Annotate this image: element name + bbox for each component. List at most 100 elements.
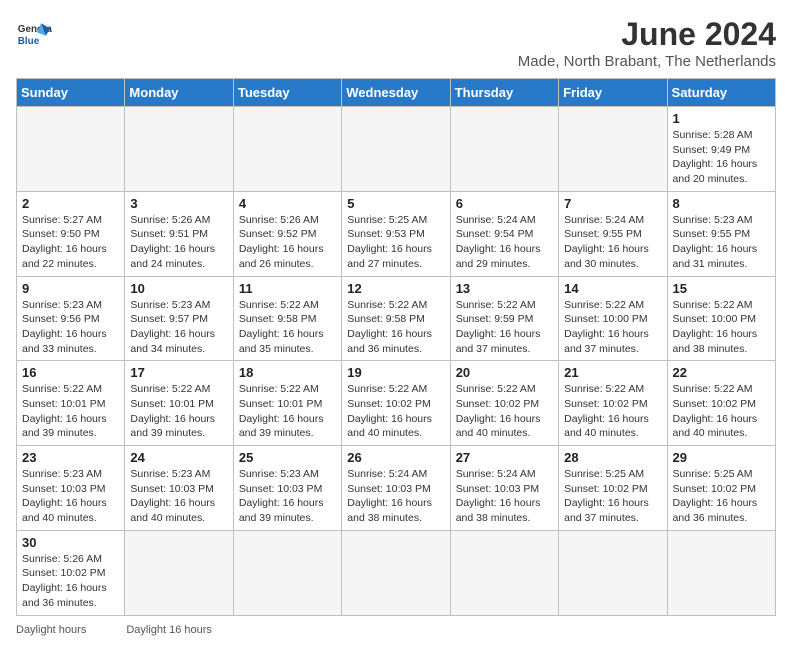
footer-left: Daylight hours <box>16 624 86 636</box>
calendar-cell: 6 Sunrise: 5:24 AM Sunset: 9:54 PM Daylig… <box>450 191 558 276</box>
calendar-cell <box>450 107 558 192</box>
day-number: 20 <box>456 365 553 380</box>
logo: General Blue <box>16 16 52 52</box>
day-info: Sunrise: 5:24 AM Sunset: 9:54 PM Dayligh… <box>456 213 553 272</box>
calendar-cell: 27 Sunrise: 5:24 AM Sunset: 10:03 PM Dayl… <box>450 446 558 531</box>
day-number: 29 <box>673 450 770 465</box>
calendar-cell: 20 Sunrise: 5:22 AM Sunset: 10:02 PM Dayl… <box>450 361 558 446</box>
footer-note: Daylight hours Daylight 16 hours <box>16 624 776 636</box>
day-info: Sunrise: 5:24 AM Sunset: 10:03 PM Daylig… <box>456 467 553 526</box>
day-info: Sunrise: 5:23 AM Sunset: 10:03 PM Daylig… <box>22 467 119 526</box>
day-of-week-header: Tuesday <box>233 79 341 107</box>
day-number: 7 <box>564 196 661 211</box>
day-of-week-header: Friday <box>559 79 667 107</box>
day-of-week-header: Thursday <box>450 79 558 107</box>
day-info: Sunrise: 5:24 AM Sunset: 9:55 PM Dayligh… <box>564 213 661 272</box>
day-info: Sunrise: 5:22 AM Sunset: 10:00 PM Daylig… <box>673 298 770 357</box>
calendar-cell <box>233 107 341 192</box>
day-info: Sunrise: 5:22 AM Sunset: 10:02 PM Daylig… <box>347 382 444 441</box>
calendar-cell <box>233 530 341 615</box>
calendar-cell: 28 Sunrise: 5:25 AM Sunset: 10:02 PM Dayl… <box>559 446 667 531</box>
day-info: Sunrise: 5:22 AM Sunset: 9:59 PM Dayligh… <box>456 298 553 357</box>
day-number: 14 <box>564 281 661 296</box>
calendar-cell: 2Sunrise: 5:27 AM Sunset: 9:50 PM Daylig… <box>17 191 125 276</box>
calendar-cell: 24Sunrise: 5:23 AM Sunset: 10:03 PM Dayl… <box>125 446 233 531</box>
calendar-cell: 1 Sunrise: 5:28 AM Sunset: 9:49 PM Daylig… <box>667 107 775 192</box>
day-number: 30 <box>22 535 119 550</box>
day-number: 4 <box>239 196 336 211</box>
month-title: June 2024 <box>518 16 776 53</box>
day-info: Sunrise: 5:25 AM Sunset: 10:02 PM Daylig… <box>564 467 661 526</box>
calendar-cell <box>667 530 775 615</box>
calendar-cell <box>342 530 450 615</box>
calendar-week-row: 1 Sunrise: 5:28 AM Sunset: 9:49 PM Daylig… <box>17 107 776 192</box>
day-number: 19 <box>347 365 444 380</box>
calendar-cell <box>342 107 450 192</box>
calendar-cell: 15 Sunrise: 5:22 AM Sunset: 10:00 PM Dayl… <box>667 276 775 361</box>
day-info: Sunrise: 5:25 AM Sunset: 9:53 PM Dayligh… <box>347 213 444 272</box>
day-number: 5 <box>347 196 444 211</box>
day-number: 21 <box>564 365 661 380</box>
day-number: 27 <box>456 450 553 465</box>
day-number: 10 <box>130 281 227 296</box>
day-number: 6 <box>456 196 553 211</box>
day-number: 16 <box>22 365 119 380</box>
calendar-cell: 8 Sunrise: 5:23 AM Sunset: 9:55 PM Daylig… <box>667 191 775 276</box>
calendar-cell: 7 Sunrise: 5:24 AM Sunset: 9:55 PM Daylig… <box>559 191 667 276</box>
day-number: 8 <box>673 196 770 211</box>
calendar-cell: 29Sunrise: 5:25 AM Sunset: 10:02 PM Dayl… <box>667 446 775 531</box>
calendar-cell: 9Sunrise: 5:23 AM Sunset: 9:56 PM Daylig… <box>17 276 125 361</box>
location-subtitle: Made, North Brabant, The Netherlands <box>518 53 776 70</box>
day-number: 3 <box>130 196 227 211</box>
logo-icon: General Blue <box>16 16 52 52</box>
day-number: 28 <box>564 450 661 465</box>
calendar-cell: 4 Sunrise: 5:26 AM Sunset: 9:52 PM Daylig… <box>233 191 341 276</box>
calendar-cell: 23Sunrise: 5:23 AM Sunset: 10:03 PM Dayl… <box>17 446 125 531</box>
day-info: Sunrise: 5:26 AM Sunset: 10:02 PM Daylig… <box>22 552 119 611</box>
calendar-week-row: 2Sunrise: 5:27 AM Sunset: 9:50 PM Daylig… <box>17 191 776 276</box>
day-info: Sunrise: 5:22 AM Sunset: 10:01 PM Daylig… <box>239 382 336 441</box>
day-number: 2 <box>22 196 119 211</box>
day-info: Sunrise: 5:23 AM Sunset: 9:56 PM Dayligh… <box>22 298 119 357</box>
footer-right: Daylight 16 hours <box>126 624 212 636</box>
calendar-cell: 13 Sunrise: 5:22 AM Sunset: 9:59 PM Dayli… <box>450 276 558 361</box>
day-number: 25 <box>239 450 336 465</box>
calendar-cell <box>125 530 233 615</box>
calendar-week-row: 16 Sunrise: 5:22 AM Sunset: 10:01 PM Dayl… <box>17 361 776 446</box>
day-number: 26 <box>347 450 444 465</box>
day-of-week-header: Monday <box>125 79 233 107</box>
calendar-cell: 17 Sunrise: 5:22 AM Sunset: 10:01 PM Dayl… <box>125 361 233 446</box>
calendar-cell: 22Sunrise: 5:22 AM Sunset: 10:02 PM Dayl… <box>667 361 775 446</box>
calendar-cell: 11Sunrise: 5:22 AM Sunset: 9:58 PM Dayli… <box>233 276 341 361</box>
calendar-cell <box>125 107 233 192</box>
calendar-cell <box>450 530 558 615</box>
day-info: Sunrise: 5:23 AM Sunset: 10:03 PM Daylig… <box>130 467 227 526</box>
day-info: Sunrise: 5:22 AM Sunset: 9:58 PM Dayligh… <box>239 298 336 357</box>
calendar-week-row: 23Sunrise: 5:23 AM Sunset: 10:03 PM Dayl… <box>17 446 776 531</box>
svg-text:Blue: Blue <box>18 36 40 47</box>
day-number: 13 <box>456 281 553 296</box>
day-info: Sunrise: 5:26 AM Sunset: 9:51 PM Dayligh… <box>130 213 227 272</box>
day-number: 1 <box>673 111 770 126</box>
calendar-cell <box>17 107 125 192</box>
day-number: 17 <box>130 365 227 380</box>
calendar-cell: 10 Sunrise: 5:23 AM Sunset: 9:57 PM Dayli… <box>125 276 233 361</box>
day-info: Sunrise: 5:23 AM Sunset: 9:55 PM Dayligh… <box>673 213 770 272</box>
day-number: 15 <box>673 281 770 296</box>
day-info: Sunrise: 5:23 AM Sunset: 9:57 PM Dayligh… <box>130 298 227 357</box>
day-info: Sunrise: 5:26 AM Sunset: 9:52 PM Dayligh… <box>239 213 336 272</box>
calendar-cell: 19 Sunrise: 5:22 AM Sunset: 10:02 PM Dayl… <box>342 361 450 446</box>
calendar-cell: 18Sunrise: 5:22 AM Sunset: 10:01 PM Dayl… <box>233 361 341 446</box>
day-of-week-header: Sunday <box>17 79 125 107</box>
calendar-week-row: 9Sunrise: 5:23 AM Sunset: 9:56 PM Daylig… <box>17 276 776 361</box>
day-info: Sunrise: 5:22 AM Sunset: 9:58 PM Dayligh… <box>347 298 444 357</box>
day-number: 12 <box>347 281 444 296</box>
day-info: Sunrise: 5:28 AM Sunset: 9:49 PM Dayligh… <box>673 128 770 187</box>
day-info: Sunrise: 5:22 AM Sunset: 10:01 PM Daylig… <box>22 382 119 441</box>
calendar-cell: 3 Sunrise: 5:26 AM Sunset: 9:51 PM Daylig… <box>125 191 233 276</box>
calendar-cell: 12 Sunrise: 5:22 AM Sunset: 9:58 PM Dayli… <box>342 276 450 361</box>
day-info: Sunrise: 5:22 AM Sunset: 10:01 PM Daylig… <box>130 382 227 441</box>
day-info: Sunrise: 5:22 AM Sunset: 10:02 PM Daylig… <box>456 382 553 441</box>
calendar-header-row: SundayMondayTuesdayWednesdayThursdayFrid… <box>17 79 776 107</box>
day-info: Sunrise: 5:22 AM Sunset: 10:02 PM Daylig… <box>673 382 770 441</box>
